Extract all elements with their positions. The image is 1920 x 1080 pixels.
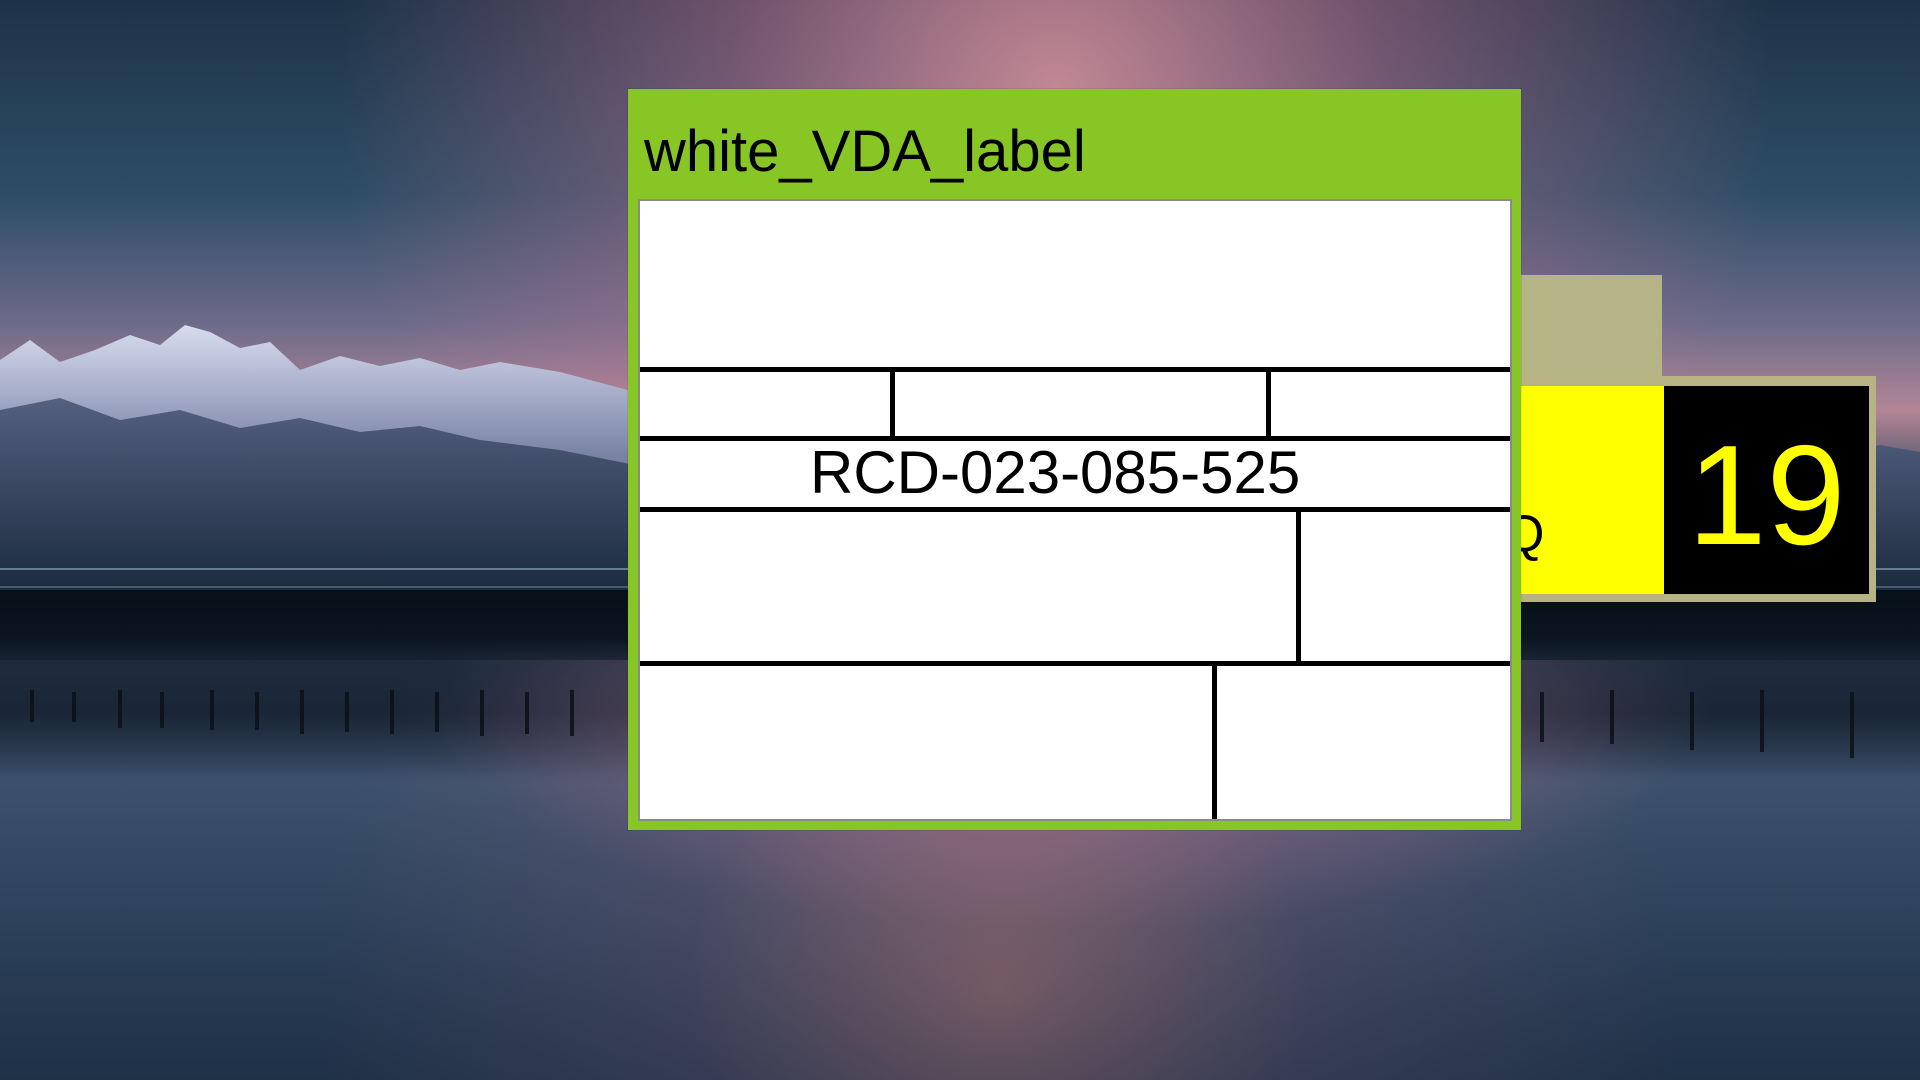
serial-number-text: RCD-023-085-525 — [810, 439, 1301, 506]
label-window[interactable]: white_VDA_label RCD-023-085-525 — [628, 89, 1521, 830]
sign-widget: Q 19 — [1492, 376, 1876, 602]
sign-number: 19 — [1687, 416, 1846, 575]
label-field-top[interactable] — [640, 201, 1510, 368]
label-field-bottom-right[interactable] — [1217, 666, 1510, 819]
label-field-row4-left[interactable] — [640, 512, 1296, 661]
sign-black-section: 19 — [1664, 386, 1869, 594]
sign-yellow-section: Q — [1504, 386, 1664, 594]
label-field-bottom-left[interactable] — [640, 666, 1212, 819]
label-canvas[interactable]: RCD-023-085-525 — [638, 199, 1512, 821]
desktop-background: Q 19 white_VDA_label RCD-023-085-525 — [0, 0, 1920, 1080]
label-field-row2-right[interactable] — [1271, 372, 1510, 436]
label-field-row4-right[interactable] — [1301, 512, 1510, 661]
label-field-row2-middle[interactable] — [895, 372, 1266, 436]
label-field-row2-left[interactable] — [640, 372, 890, 436]
window-title: white_VDA_label — [644, 119, 1086, 184]
